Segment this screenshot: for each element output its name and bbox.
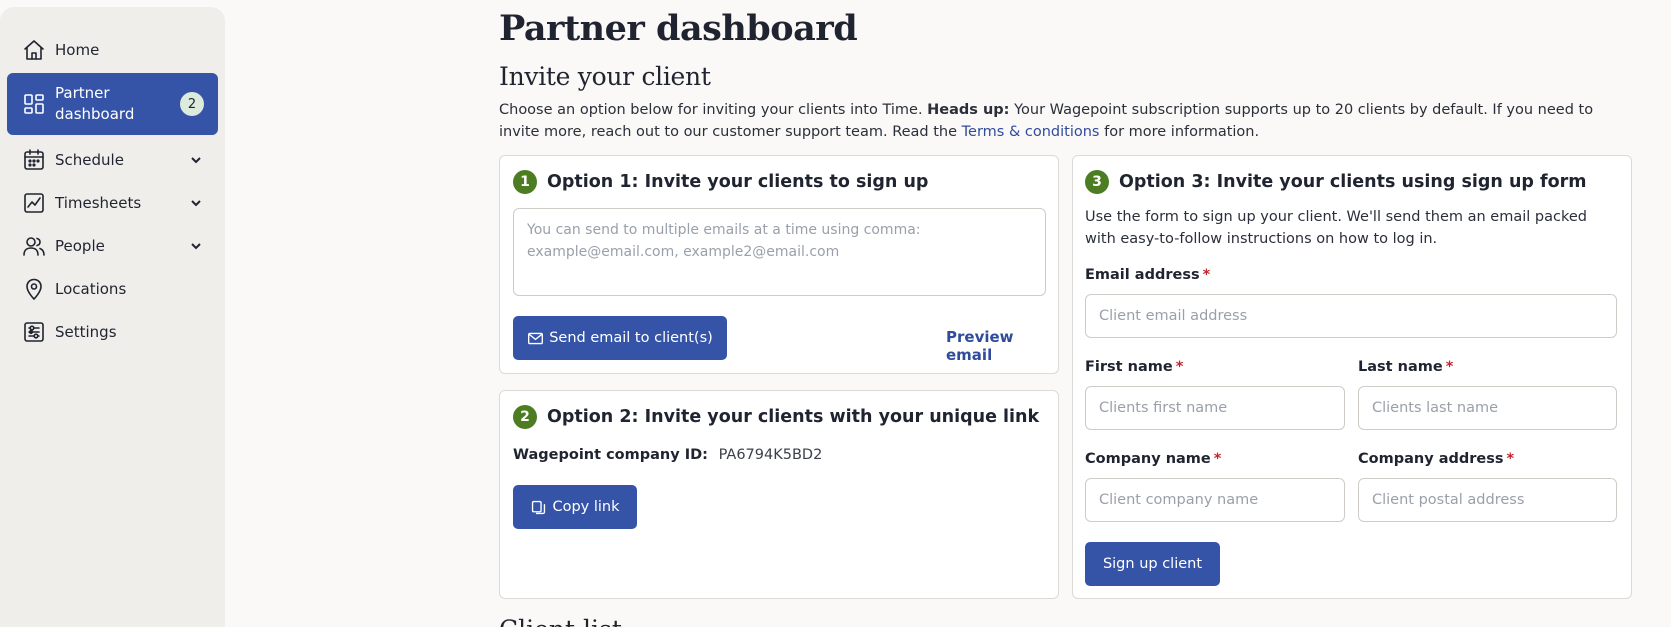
client-emails-input[interactable] — [513, 208, 1046, 296]
chevron-down-icon — [188, 238, 204, 254]
intro-text-part: Choose an option below for inviting your… — [499, 102, 928, 118]
chart-icon — [21, 190, 47, 216]
mail-icon — [528, 332, 544, 344]
notification-badge: 2 — [180, 92, 204, 116]
chevron-down-icon — [188, 152, 204, 168]
copy-link-label: Copy link — [552, 499, 620, 515]
client-list-heading: Client list — [499, 615, 622, 627]
sidebar-item-label: Home — [55, 40, 100, 59]
sidebar-item-label: Partner dashboard — [55, 84, 135, 123]
sidebar-item-label: Schedule — [55, 150, 124, 169]
company-address-label: Company address * — [1358, 451, 1514, 467]
form-description: Use the form to sign up your client. We'… — [1085, 209, 1587, 247]
company-id-value: PA6794K5BD2 — [718, 447, 823, 463]
last-name-field[interactable] — [1358, 386, 1617, 430]
option2-title-text: Option 2: Invite your clients with your … — [547, 407, 1040, 427]
option1-title-text: Option 1: Invite your clients to sign up — [547, 172, 929, 192]
sidebar-item-schedule[interactable]: Schedule — [7, 140, 218, 180]
last-name-label: Last name * — [1358, 359, 1453, 375]
company-id-label: Wagepoint company ID: — [513, 447, 708, 463]
intro-text-part: for more information. — [1099, 124, 1260, 140]
sidebar-item-label: Locations — [55, 279, 127, 298]
step-number: 1 — [513, 170, 537, 194]
option3-title: 3 Option 3: Invite your clients using si… — [1085, 170, 1587, 194]
option1-card: 1 Option 1: Invite your clients to sign … — [499, 155, 1059, 374]
company-address-label-text: Company address — [1358, 451, 1504, 467]
sidebar-item-settings[interactable]: Settings — [7, 312, 218, 352]
send-email-button[interactable]: Send email to client(s) — [513, 316, 727, 360]
sidebar-item-label: People — [55, 236, 105, 255]
option1-title: 1 Option 1: Invite your clients to sign … — [513, 170, 928, 194]
sidebar-item-home[interactable]: Home — [7, 30, 218, 70]
page-title: Partner dashboard — [499, 8, 858, 49]
intro-text: Choose an option below for inviting your… — [499, 99, 1634, 143]
map-pin-icon — [21, 276, 47, 302]
copy-link-button[interactable]: Copy link — [513, 485, 637, 529]
sidebar-item-label: Settings — [55, 322, 117, 341]
first-name-label: First name * — [1085, 359, 1183, 375]
sidebar-item-timesheets[interactable]: Timesheets — [7, 183, 218, 223]
required-mark: * — [1445, 359, 1454, 375]
last-name-label-text: Last name — [1358, 359, 1443, 375]
option2-card: 2 Option 2: Invite your clients with you… — [499, 390, 1059, 599]
required-mark: * — [1175, 359, 1184, 375]
required-mark: * — [1506, 451, 1515, 467]
copy-icon — [532, 500, 546, 514]
company-address-field[interactable] — [1358, 478, 1617, 522]
company-name-label-text: Company name — [1085, 451, 1211, 467]
step-number: 2 — [513, 405, 537, 429]
required-mark: * — [1213, 451, 1222, 467]
option3-title-text: Option 3: Invite your clients using sign… — [1119, 172, 1587, 192]
sign-up-client-button[interactable]: Sign up client — [1085, 542, 1220, 586]
sidebar: Home Partner dashboard 2 Schedule Timesh… — [0, 7, 225, 627]
home-icon — [21, 37, 47, 63]
send-email-label: Send email to client(s) — [549, 330, 713, 346]
company-name-label: Company name * — [1085, 451, 1221, 467]
calendar-icon — [21, 147, 47, 173]
required-mark: * — [1202, 267, 1211, 283]
intro-heads-up: Heads up: — [927, 102, 1010, 118]
dashboard-icon — [21, 91, 47, 117]
step-number: 3 — [1085, 170, 1109, 194]
sidebar-item-label: Timesheets — [55, 193, 142, 212]
settings-icon — [21, 319, 47, 345]
first-name-field[interactable] — [1085, 386, 1345, 430]
sidebar-item-locations[interactable]: Locations — [7, 269, 218, 309]
sidebar-item-partner-dashboard[interactable]: Partner dashboard 2 — [7, 73, 218, 135]
email-label-text: Email address — [1085, 267, 1200, 283]
company-name-field[interactable] — [1085, 478, 1345, 522]
terms-link[interactable]: Terms & conditions — [962, 124, 1100, 140]
sidebar-item-people[interactable]: People — [7, 226, 218, 266]
section-title: Invite your client — [499, 62, 711, 91]
people-icon — [21, 233, 47, 259]
chevron-down-icon — [188, 195, 204, 211]
company-id-row: Wagepoint company ID: PA6794K5BD2 — [513, 447, 822, 463]
email-field[interactable] — [1085, 294, 1617, 338]
option3-card: 3 Option 3: Invite your clients using si… — [1072, 155, 1632, 599]
preview-email-link[interactable]: Preview email — [946, 328, 1058, 364]
email-label: Email address * — [1085, 267, 1210, 283]
option2-title: 2 Option 2: Invite your clients with you… — [513, 405, 1039, 429]
sign-up-client-label: Sign up client — [1102, 556, 1203, 572]
first-name-label-text: First name — [1085, 359, 1173, 375]
